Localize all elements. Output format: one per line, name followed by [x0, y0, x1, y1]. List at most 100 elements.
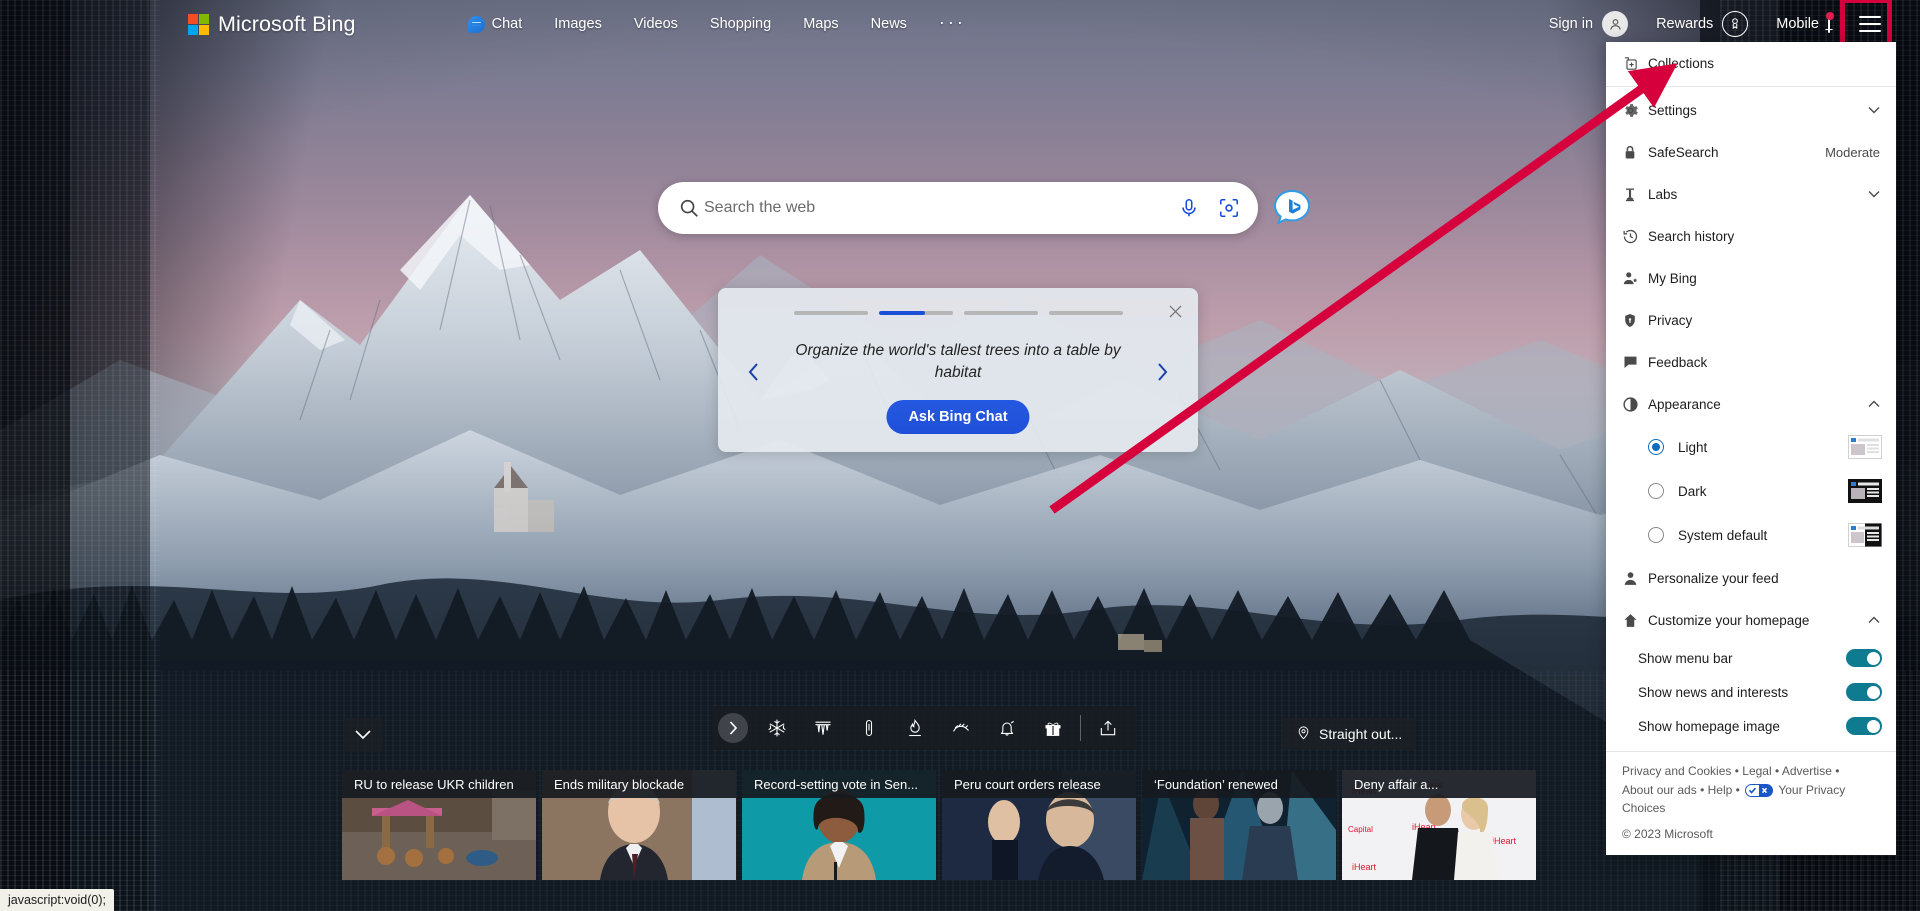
labs-flask-icon — [1622, 186, 1648, 203]
menu-item-safesearch[interactable]: SafeSearch Moderate — [1606, 131, 1896, 173]
radio-light[interactable] — [1648, 439, 1664, 455]
sign-in-button[interactable]: Sign in — [1535, 11, 1642, 37]
news-card-title: ‘Foundation’ renewed — [1142, 770, 1336, 798]
news-card[interactable]: ‘Foundation’ renewed — [1142, 770, 1336, 880]
svg-text:Capital: Capital — [1348, 825, 1373, 834]
appearance-option-label: System default — [1678, 527, 1768, 543]
nav-link-chat-label: Chat — [491, 16, 523, 32]
menu-item-labs[interactable]: Labs — [1606, 173, 1896, 215]
visual-search-icon[interactable] — [1218, 197, 1240, 219]
hamburger-menu-button[interactable] — [1840, 0, 1896, 50]
footer-link-help[interactable]: Help — [1708, 783, 1733, 797]
gift-icon[interactable] — [1030, 706, 1076, 750]
search-input[interactable] — [704, 199, 1178, 217]
nav-link-maps[interactable]: Maps — [787, 10, 854, 38]
carousel-dot-3[interactable] — [963, 311, 1038, 315]
bell-icon[interactable] — [984, 706, 1030, 750]
news-card[interactable]: iHeart Capital Capital iHeart iHeart iHe… — [1342, 770, 1536, 880]
menu-item-settings[interactable]: Settings — [1606, 89, 1896, 131]
chevron-down-icon — [1866, 106, 1882, 114]
contrast-circle-icon — [1622, 396, 1648, 413]
top-navigation-bar: Microsoft Bing Chat Images Videos Shoppi… — [0, 0, 1920, 50]
menu-item-privacy[interactable]: Privacy — [1606, 299, 1896, 341]
icicles-icon[interactable] — [800, 706, 846, 750]
menu-item-appearance[interactable]: Appearance — [1606, 383, 1896, 425]
status-bar-text: javascript:void(0); — [8, 893, 106, 907]
close-icon[interactable] — [1164, 300, 1186, 322]
search-box[interactable] — [658, 182, 1258, 234]
campfire-icon[interactable] — [892, 706, 938, 750]
nav-link-images[interactable]: Images — [538, 10, 618, 38]
toggle-row-show-homepage-image[interactable]: Show homepage image — [1606, 709, 1896, 743]
appearance-option-label: Dark — [1678, 483, 1707, 499]
toggle-show-news-and-interests[interactable] — [1846, 683, 1882, 701]
menu-item-feedback[interactable]: Feedback — [1606, 341, 1896, 383]
appearance-option-light[interactable]: Light — [1606, 425, 1896, 469]
menu-item-collections[interactable]: Collections — [1606, 42, 1896, 84]
rewards-medal-icon — [1722, 11, 1749, 37]
snow-drift-icon[interactable] — [938, 706, 984, 750]
menu-item-customize-homepage[interactable]: Customize your homepage — [1606, 599, 1896, 641]
rewards-button[interactable]: Rewards — [1642, 11, 1762, 37]
footer-link-advertise[interactable]: Advertise — [1782, 764, 1832, 778]
toggle-row-show-menu-bar[interactable]: Show menu bar — [1606, 641, 1896, 675]
menu-item-label: Customize your homepage — [1648, 612, 1810, 628]
carousel-dot-4[interactable] — [1048, 311, 1123, 315]
news-card-title: Ends military blockade — [542, 770, 736, 798]
news-card[interactable]: Record-setting vote in Sen... — [742, 770, 936, 880]
news-card[interactable]: Ends military blockade — [542, 770, 736, 880]
news-card[interactable]: Peru court orders release — [942, 770, 1136, 880]
nav-link-videos[interactable]: Videos — [618, 10, 694, 38]
location-pill[interactable]: Straight out... — [1282, 718, 1417, 750]
bing-logo[interactable]: Microsoft Bing — [188, 12, 356, 37]
appearance-option-dark[interactable]: Dark — [1606, 469, 1896, 513]
nav-link-shopping[interactable]: Shopping — [694, 10, 787, 38]
news-card-title: Peru court orders release — [942, 770, 1136, 798]
chevron-left-icon[interactable] — [742, 360, 766, 384]
sign-in-label: Sign in — [1548, 16, 1594, 32]
footer-link-privacy-and-cookies[interactable]: Privacy and Cookies — [1622, 764, 1731, 778]
nav-link-news[interactable]: News — [855, 10, 923, 38]
carousel-dot-1[interactable] — [793, 311, 868, 315]
appearance-option-system-default[interactable]: System default — [1606, 513, 1896, 557]
appearance-option-label: Light — [1678, 439, 1708, 455]
toggle-row-show-news-and-interests[interactable]: Show news and interests — [1606, 675, 1896, 709]
svg-text:iHeart: iHeart — [1352, 862, 1377, 872]
mobile-label: Mobile — [1776, 16, 1819, 32]
chevron-up-icon — [1866, 616, 1882, 624]
carousel-dot-2[interactable] — [878, 311, 953, 315]
location-pin-icon — [1296, 724, 1311, 744]
footer-link-legal[interactable]: Legal — [1742, 764, 1771, 778]
menu-item-my-bing[interactable]: My Bing — [1606, 257, 1896, 299]
nav-link-chat[interactable]: Chat — [452, 10, 539, 39]
location-label: Straight out... — [1319, 726, 1403, 742]
menu-item-label: SafeSearch — [1648, 144, 1719, 160]
footer-link-about-our-ads[interactable]: About our ads — [1622, 783, 1697, 797]
toggle-show-menu-bar[interactable] — [1846, 649, 1882, 667]
collections-icon — [1622, 55, 1648, 72]
microphone-icon[interactable] — [1178, 197, 1200, 219]
menu-item-search-history[interactable]: Search history — [1606, 215, 1896, 257]
settings-menu-panel: Collections Settings SafeSearch Moderate — [1606, 42, 1896, 856]
toggle-label: Show news and interests — [1638, 684, 1789, 700]
theme-preview-system — [1848, 523, 1882, 547]
thermometer-icon[interactable] — [846, 706, 892, 750]
ask-bing-chat-button[interactable]: Ask Bing Chat — [886, 400, 1030, 434]
nav-links: Chat Images Videos Shopping Maps News ··… — [452, 6, 982, 43]
footer-separator: • — [1775, 764, 1780, 778]
news-card[interactable]: RU to release UKR children — [342, 770, 536, 880]
collapse-feed-button[interactable] — [343, 718, 383, 752]
menu-item-label: Feedback — [1648, 354, 1708, 370]
share-icon[interactable] — [1085, 706, 1131, 750]
radio-dark[interactable] — [1648, 483, 1664, 499]
toggle-show-homepage-image[interactable] — [1846, 717, 1882, 735]
snowflake-icon[interactable] — [754, 706, 800, 750]
bing-chat-bubble-button[interactable] — [1272, 188, 1312, 228]
lock-icon — [1622, 144, 1648, 161]
radio-system-default[interactable] — [1648, 527, 1664, 543]
mobile-button[interactable]: Mobile — [1762, 12, 1844, 33]
menu-item-personalize-feed[interactable]: Personalize your feed — [1606, 557, 1896, 599]
strip-next-icon[interactable] — [718, 713, 748, 743]
chevron-right-icon[interactable] — [1150, 360, 1174, 384]
nav-more-icon[interactable]: ··· — [923, 6, 982, 43]
